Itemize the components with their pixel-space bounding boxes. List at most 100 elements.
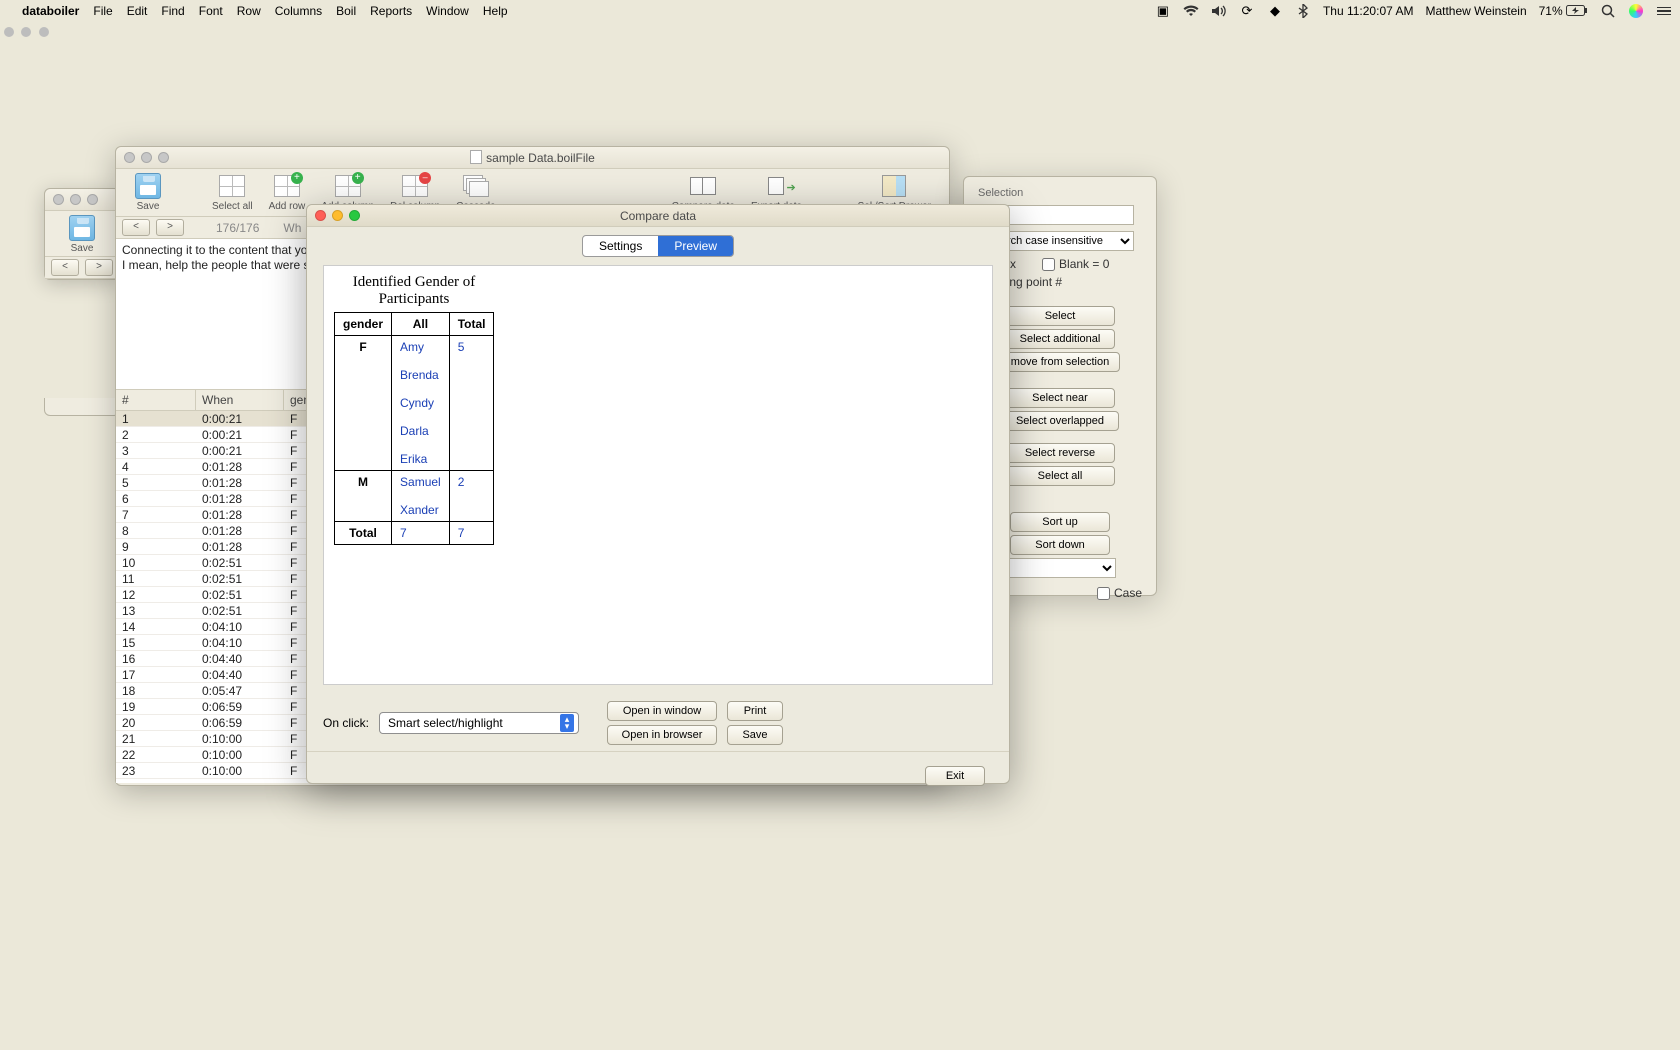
row-m-label: M <box>335 471 392 522</box>
mini-traffic-zoom[interactable] <box>87 194 98 205</box>
row-total-all[interactable]: 7 <box>392 522 450 545</box>
btn-select-overlapped[interactable]: Select overlapped <box>1001 411 1119 431</box>
row-total-total[interactable]: 7 <box>449 522 494 545</box>
mini-traffic-min[interactable] <box>70 194 81 205</box>
toolbar-add-row[interactable]: +Add row <box>261 173 314 212</box>
app-name-menu[interactable]: databoiler <box>22 4 79 18</box>
btn-open-in-browser[interactable]: Open in browser <box>607 725 717 745</box>
toolbar-select-all[interactable]: Select all <box>204 173 261 212</box>
btn-exit[interactable]: Exit <box>925 766 985 786</box>
control-center-icon[interactable] <box>1656 3 1672 19</box>
menu-file[interactable]: File <box>93 4 112 18</box>
btn-select-additional[interactable]: Select additional <box>1005 329 1115 349</box>
sheet-traffic-min[interactable] <box>332 210 343 221</box>
toolbar-save[interactable]: Save <box>126 173 170 212</box>
menu-window[interactable]: Window <box>426 4 469 18</box>
th-gender: gender <box>335 313 392 336</box>
menu-reports[interactable]: Reports <box>370 4 412 18</box>
sheet-title: Compare data <box>307 209 1009 223</box>
nav-field-label: Wh <box>283 221 301 235</box>
compare-data-sheet: Compare data Settings Preview Identified… <box>306 204 1010 784</box>
menu-help[interactable]: Help <box>483 4 508 18</box>
row-m-count[interactable]: 2 <box>449 471 494 522</box>
main-traffic-close[interactable] <box>124 152 135 163</box>
spotlight-icon[interactable] <box>1600 3 1616 19</box>
row-f-label: F <box>335 336 392 471</box>
btn-sort-down[interactable]: Sort down <box>1010 535 1110 555</box>
btn-remove-from-selection[interactable]: move from selection <box>1000 352 1120 372</box>
grid-plus-icon: + <box>274 175 300 197</box>
volume-icon[interactable] <box>1211 3 1227 19</box>
onclick-label: On click: <box>323 716 369 730</box>
siri-icon[interactable] <box>1628 3 1644 19</box>
menu-edit[interactable]: Edit <box>127 4 148 18</box>
name-link[interactable]: Cyndy <box>400 396 441 410</box>
floppy-icon <box>69 215 95 241</box>
case-label: Case <box>1114 586 1142 600</box>
btn-sort-up[interactable]: Sort up <box>1010 512 1110 532</box>
onclick-popup[interactable]: Smart select/highlight ▴▾ <box>379 712 579 734</box>
nav-counter: 176/176 <box>216 221 259 235</box>
col-num-header[interactable]: # <box>116 390 196 410</box>
menubar-user[interactable]: Matthew Weinstein <box>1425 4 1526 18</box>
menubar-clock[interactable]: Thu 11:20:07 AM <box>1323 4 1414 18</box>
tab-preview[interactable]: Preview <box>658 236 733 256</box>
nav-back-button[interactable]: < <box>122 219 150 236</box>
btn-select[interactable]: Select <box>1005 306 1115 326</box>
menu-boil[interactable]: Boil <box>336 4 356 18</box>
nav-fwd-button[interactable]: > <box>156 219 184 236</box>
tab-settings[interactable]: Settings <box>583 236 658 256</box>
export-icon <box>768 175 794 197</box>
blank-zero-label: Blank = 0 <box>1059 257 1109 271</box>
name-link[interactable]: Samuel <box>400 475 441 489</box>
preview-heading: Identified Gender of Participants <box>334 274 494 308</box>
sync-icon[interactable]: ⟳ <box>1239 3 1255 19</box>
row-f-count[interactable]: 5 <box>449 336 494 471</box>
main-traffic-min[interactable] <box>141 152 152 163</box>
menu-columns[interactable]: Columns <box>275 4 322 18</box>
menubar-battery[interactable]: 71% <box>1539 4 1588 18</box>
btn-save[interactable]: Save <box>727 725 783 745</box>
sheet-traffic-zoom[interactable] <box>349 210 360 221</box>
name-link[interactable]: Brenda <box>400 368 441 382</box>
menu-row[interactable]: Row <box>237 4 261 18</box>
search-mode-select[interactable]: rch case insensitive <box>1002 231 1134 251</box>
document-icon <box>470 150 482 164</box>
th-total: Total <box>449 313 494 336</box>
mini-fwd-button[interactable]: > <box>85 259 113 276</box>
case-checkbox[interactable] <box>1097 587 1110 600</box>
menu-find[interactable]: Find <box>161 4 184 18</box>
name-link[interactable]: Erika <box>400 452 441 466</box>
sort-field-select[interactable]: t <box>998 558 1116 578</box>
btn-open-in-window[interactable]: Open in window <box>607 701 717 721</box>
selection-search-input[interactable] <box>1002 205 1134 225</box>
preview-pane[interactable]: Identified Gender of Participants gender… <box>323 265 993 685</box>
dropbox-icon[interactable]: ◆ <box>1267 3 1283 19</box>
mini-window-list-header <box>44 398 120 416</box>
btn-select-reverse[interactable]: Select reverse <box>1005 443 1115 463</box>
btn-select-all[interactable]: Select all <box>1005 466 1115 486</box>
name-link[interactable]: Amy <box>400 340 441 354</box>
drawer-icon <box>882 175 906 197</box>
btn-select-near[interactable]: Select near <box>1005 388 1115 408</box>
tab-segmented-control: Settings Preview <box>582 235 734 257</box>
name-link[interactable]: Darla <box>400 424 441 438</box>
menubar: databoiler File Edit Find Font Row Colum… <box>0 0 1680 22</box>
mini-window: Save < > <box>44 188 120 280</box>
main-window-title: sample Data.boilFile <box>116 150 949 165</box>
blank-zero-checkbox[interactable] <box>1042 258 1055 271</box>
wifi-icon[interactable] <box>1183 3 1199 19</box>
bluetooth-icon[interactable] <box>1295 3 1311 19</box>
camera-icon[interactable]: ▣ <box>1155 3 1171 19</box>
col-when-header[interactable]: When <box>196 390 284 410</box>
row-total-label: Total <box>335 522 392 545</box>
main-traffic-zoom[interactable] <box>158 152 169 163</box>
grid-plus-icon: + <box>335 175 361 197</box>
sheet-traffic-close[interactable] <box>315 210 326 221</box>
mini-save-button[interactable]: Save <box>60 215 104 254</box>
mini-back-button[interactable]: < <box>51 259 79 276</box>
name-link[interactable]: Xander <box>400 503 441 517</box>
menu-font[interactable]: Font <box>199 4 223 18</box>
mini-traffic-close[interactable] <box>53 194 64 205</box>
btn-print[interactable]: Print <box>727 701 783 721</box>
